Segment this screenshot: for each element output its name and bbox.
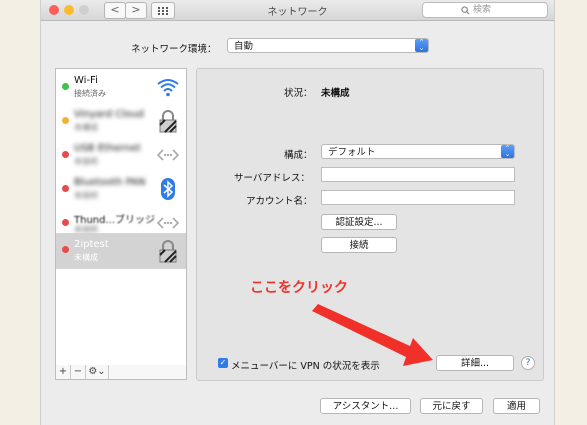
service-name: Vinyard Cloud xyxy=(74,109,144,120)
service-list-controls: + − ⚙︎⌄ xyxy=(55,365,187,380)
service-item-wifi[interactable]: Wi-Fi 接続済み xyxy=(56,71,186,105)
authentication-settings-button[interactable]: 認証設定... xyxy=(321,214,397,230)
popup-arrows-icon: ⌃ ⌄ xyxy=(501,145,514,158)
status-dot xyxy=(62,117,69,124)
search-icon xyxy=(461,6,470,15)
network-preferences-window: < > ネットワーク 検索 ネットワーク環境： 自動 ⌃⌄ Wi-Fi 接続済 xyxy=(40,0,555,425)
service-detail-panel: 状況： 未構成 構成： デフォルト ⌃ ⌄ サーバアドレス： アカウント名： 認証… xyxy=(196,68,544,381)
location-value: 自動 xyxy=(234,41,254,52)
status-value: 未構成 xyxy=(321,88,350,99)
status-dot xyxy=(62,246,69,253)
service-name: Bluetooth PAN xyxy=(74,177,146,188)
service-status: 未接続 xyxy=(74,157,98,166)
show-vpn-status-checkbox[interactable]: ✓ xyxy=(218,358,228,368)
bluetooth-icon xyxy=(161,178,175,200)
server-address-label: サーバアドレス： xyxy=(234,173,310,184)
click-here-annotation: ここをクリック xyxy=(250,280,348,296)
lock-icon xyxy=(159,240,177,263)
service-status: 接続済み xyxy=(74,89,106,98)
search-field[interactable]: 検索 xyxy=(422,2,548,18)
service-name: Wi-Fi xyxy=(74,75,98,86)
account-name-field[interactable] xyxy=(321,190,515,205)
status-dot xyxy=(62,83,69,90)
account-name-label: アカウント名： xyxy=(246,196,313,207)
ethernet-icon xyxy=(156,149,180,161)
gear-menu-button[interactable]: ⚙︎⌄ xyxy=(86,365,109,379)
location-popup[interactable]: 自動 ⌃ ⌄ xyxy=(227,38,429,53)
status-label: 状況： xyxy=(284,88,313,99)
search-placeholder: 検索 xyxy=(473,5,492,15)
apply-button[interactable]: 適用 xyxy=(493,398,540,414)
location-label: ネットワーク環境： xyxy=(131,44,217,55)
service-name: USB Ethernet xyxy=(74,143,141,154)
assistant-button[interactable]: アシスタント... xyxy=(320,398,411,414)
service-item-bluetooth-pan[interactable]: Bluetooth PAN 未接続 xyxy=(56,173,186,207)
title-bar: < > ネットワーク 検索 xyxy=(41,0,554,21)
service-status: 未構成 xyxy=(74,123,98,132)
server-address-field[interactable] xyxy=(321,167,515,182)
lock-icon xyxy=(159,110,177,133)
advanced-button[interactable]: 詳細... xyxy=(436,355,514,371)
help-button[interactable]: ? xyxy=(521,356,535,370)
service-name: 2iptest xyxy=(74,239,109,250)
revert-button[interactable]: 元に戻す xyxy=(420,398,483,414)
ethernet-icon xyxy=(156,217,180,229)
configuration-popup[interactable]: デフォルト ⌃ ⌄ xyxy=(321,144,515,159)
status-dot xyxy=(62,151,69,158)
configuration-value: デフォルト xyxy=(328,147,376,158)
remove-service-button[interactable]: − xyxy=(71,365,86,379)
service-item-2iptest[interactable]: 2iptest 未構成 xyxy=(56,233,186,269)
service-status: 未構成 xyxy=(74,253,98,262)
show-vpn-status-label: メニューバーに VPN の状況を表示 xyxy=(231,361,380,372)
service-item-vpn-cloud[interactable]: Vinyard Cloud 未構成 xyxy=(56,105,186,139)
add-service-button[interactable]: + xyxy=(56,365,71,379)
service-list[interactable]: Wi-Fi 接続済み Vinyard Cloud 未構成 USB Etherne… xyxy=(55,68,187,367)
configuration-label: 構成： xyxy=(284,150,313,161)
connect-button[interactable]: 接続 xyxy=(321,237,397,253)
popup-arrows-icon: ⌃ ⌄ xyxy=(415,39,428,52)
service-item-usb-ethernet[interactable]: USB Ethernet 未接続 xyxy=(56,139,186,173)
service-status: 未接続 xyxy=(74,191,98,200)
status-dot xyxy=(62,185,69,192)
wifi-icon xyxy=(157,79,179,97)
status-dot xyxy=(62,219,69,226)
